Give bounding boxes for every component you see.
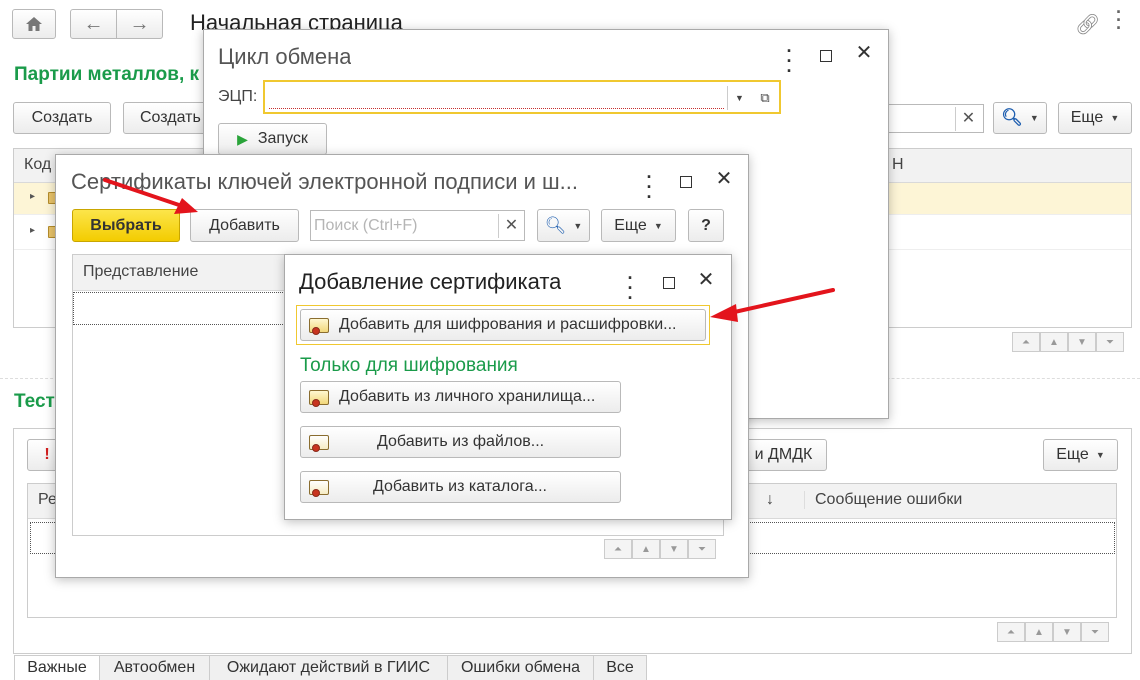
- certificate-icon: [309, 389, 329, 407]
- search-button[interactable]: 🔍︎ ▼: [537, 209, 590, 242]
- col-error-message: Сообщение ошибки: [804, 491, 962, 509]
- tab-exchange-errors[interactable]: Ошибки обмена: [447, 655, 594, 680]
- select-button[interactable]: Выбрать: [72, 209, 180, 242]
- help-button[interactable]: ?: [688, 209, 724, 242]
- add-encrypt-decrypt-button[interactable]: Добавить для шифрования и расшифровки...: [300, 309, 706, 341]
- scroll-bottom-icon[interactable]: ⏷: [1096, 332, 1124, 352]
- home-icon: [26, 17, 42, 31]
- certificate-icon: [309, 317, 329, 335]
- scroll-top-icon[interactable]: ⏶: [604, 539, 632, 559]
- scroll-top-icon[interactable]: ⏶: [997, 622, 1025, 642]
- close-icon[interactable]: ✕: [696, 270, 716, 290]
- more-button-2[interactable]: Еще ▼: [1043, 439, 1118, 471]
- window-title: Сертификаты ключей электронной подписи и…: [71, 169, 578, 194]
- scroll-down-icon[interactable]: ▼: [1053, 622, 1081, 642]
- grid-scroll-nav[interactable]: ⏶ ▲ ▼ ⏷: [1012, 332, 1124, 352]
- create-button-2[interactable]: Создать: [123, 102, 213, 134]
- certificate-icon: [309, 479, 329, 497]
- tab-auto-exchange[interactable]: Автообмен: [99, 655, 210, 680]
- search-input[interactable]: Поиск (Ctrl+F) ✕: [310, 210, 525, 241]
- arrow-right-icon: →: [129, 12, 150, 35]
- forward-button[interactable]: →: [116, 9, 163, 39]
- create-button[interactable]: Создать: [13, 102, 111, 134]
- chevron-down-icon[interactable]: ▼: [727, 86, 751, 110]
- window-title: Цикл обмена: [218, 44, 352, 69]
- col-right: Н: [892, 156, 904, 173]
- link-icon[interactable]: 🔗︎: [1075, 12, 1100, 37]
- scroll-bottom-icon[interactable]: ⏷: [1081, 622, 1109, 642]
- close-icon[interactable]: ✕: [714, 169, 734, 189]
- tab-important[interactable]: Важные: [14, 655, 100, 680]
- tab-all[interactable]: Все: [593, 655, 647, 680]
- certificates-scroll-nav[interactable]: ⏶ ▲ ▼ ⏷: [604, 539, 716, 559]
- more-button[interactable]: Еще ▼: [601, 209, 676, 242]
- col-code: Код: [24, 156, 52, 173]
- add-from-files-button[interactable]: Добавить из файлов...: [300, 426, 621, 458]
- section-title-metal-batches: Партии металлов, к: [14, 64, 200, 85]
- search-icon: 🔍︎: [1001, 108, 1023, 127]
- maximize-icon[interactable]: [816, 48, 836, 66]
- section-encrypt-only: Только для шифрования: [300, 355, 518, 376]
- scroll-up-icon[interactable]: ▲: [1025, 622, 1053, 642]
- scroll-down-icon[interactable]: ▼: [660, 539, 688, 559]
- close-icon[interactable]: ✕: [854, 43, 874, 63]
- arrow-left-icon: ←: [83, 12, 104, 35]
- maximize-icon[interactable]: [659, 275, 679, 293]
- clear-icon[interactable]: ✕: [955, 107, 981, 131]
- exclamation-icon: !: [44, 446, 50, 463]
- add-from-catalog-button[interactable]: Добавить из каталога...: [300, 471, 621, 503]
- add-button[interactable]: Добавить: [190, 209, 299, 242]
- add-certificate-window: Добавление сертификата · · · ✕ Добавить дл…: [284, 254, 732, 520]
- open-icon[interactable]: ⧉: [753, 86, 777, 110]
- more-button[interactable]: Еще ▼: [1058, 102, 1132, 134]
- window-menu-icon[interactable]: · · ·: [620, 269, 640, 307]
- tab-awaiting-giis[interactable]: Ожидают действий в ГИИС: [209, 655, 448, 680]
- add-from-personal-store-button[interactable]: Добавить из личного хранилища...: [300, 381, 621, 413]
- window-menu-icon[interactable]: · · ·: [639, 168, 659, 206]
- certificate-icon: [309, 434, 329, 452]
- ecp-input[interactable]: [269, 85, 724, 109]
- scroll-bottom-icon[interactable]: ⏷: [688, 539, 716, 559]
- scroll-up-icon[interactable]: ▲: [632, 539, 660, 559]
- window-menu-icon[interactable]: · · ·: [779, 42, 799, 80]
- dmdk-button[interactable]: и ДМДК: [740, 439, 827, 471]
- menu-dots-icon[interactable]: · · ·: [1116, 3, 1122, 37]
- scroll-down-icon[interactable]: ▼: [1068, 332, 1096, 352]
- home-button[interactable]: [12, 9, 56, 39]
- back-button[interactable]: ←: [70, 9, 117, 39]
- clear-icon[interactable]: ✕: [498, 214, 524, 238]
- scroll-top-icon[interactable]: ⏶: [1012, 332, 1040, 352]
- section-title-test: Тест: [14, 391, 55, 412]
- search-button[interactable]: 🔍︎ ▼: [993, 102, 1047, 134]
- test-grid-scroll-nav[interactable]: ⏶ ▲ ▼ ⏷: [997, 622, 1109, 642]
- ecp-label: ЭЦП:: [218, 88, 258, 105]
- search-icon: 🔍︎: [544, 215, 567, 235]
- col-sort: ↓: [766, 491, 774, 508]
- start-button[interactable]: ▶ Запуск: [218, 123, 327, 155]
- ecp-field[interactable]: ▼ ⧉: [263, 80, 781, 114]
- maximize-icon[interactable]: [676, 174, 696, 192]
- col-representation: Представление: [83, 263, 199, 280]
- window-title: Добавление сертификата: [299, 269, 562, 294]
- scroll-up-icon[interactable]: ▲: [1040, 332, 1068, 352]
- play-icon: ▶: [237, 130, 248, 147]
